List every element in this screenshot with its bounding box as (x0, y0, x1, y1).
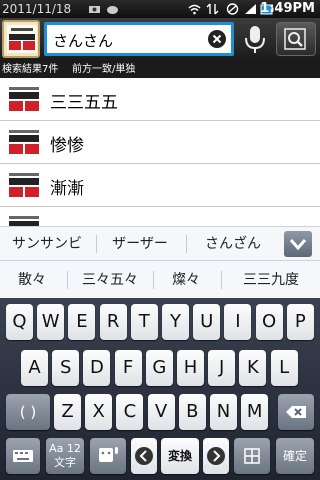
result-word: 惨惨 (50, 136, 84, 156)
key-y[interactable]: Y (162, 304, 189, 340)
search-header (0, 18, 320, 62)
emoji-icon (99, 447, 118, 462)
key-d[interactable]: D (83, 350, 111, 386)
results-list: 三三五五惨惨漸漸 …… (0, 78, 320, 226)
arrow-right-icon (207, 447, 225, 465)
convert-key[interactable]: 変換 (161, 438, 199, 474)
input-mode-sub: 文字 (54, 456, 76, 469)
key-w[interactable]: W (37, 304, 65, 340)
key-o[interactable]: O (255, 304, 283, 340)
candidate-word[interactable]: さんざん (190, 227, 276, 260)
candidate-word[interactable]: 三々五々 (70, 261, 150, 298)
input-mode-label: Aa 12 (49, 442, 81, 455)
candidate-word[interactable]: 燦々 (156, 261, 216, 298)
result-info-bar: 検索結果7件 前方一致/単独 (0, 62, 320, 78)
app-logo-button[interactable] (2, 20, 40, 58)
result-word: …… (50, 217, 84, 226)
chevron-down-icon (289, 239, 307, 251)
grid-icon (244, 448, 260, 464)
close-icon (212, 34, 222, 44)
sync-icon (206, 3, 219, 15)
kangorin-logo-icon (8, 129, 40, 155)
result-count: 検索結果7件 (2, 64, 59, 75)
key-n[interactable]: N (210, 394, 237, 430)
result-word: 漸漸 (50, 179, 84, 199)
candidate-divider (96, 235, 97, 253)
emoji-mic-key[interactable] (90, 438, 126, 474)
candidate-bar: サンサンビ ザーザー さんざん (0, 226, 320, 260)
cursor-left-key[interactable] (131, 438, 157, 474)
expand-candidates-button[interactable] (284, 231, 312, 257)
kangorin-logo-icon (8, 172, 40, 198)
key-a[interactable]: A (21, 350, 48, 386)
key-f[interactable]: F (114, 350, 142, 386)
key-i[interactable]: I (224, 304, 252, 340)
software-keyboard: Aa 12 文字 変換 確定 Q W E R T Y U I O P A S D F G H J K L ( ) Z X C… (0, 298, 320, 480)
search-field[interactable] (44, 22, 234, 56)
kangorin-logo-icon (8, 215, 40, 226)
notification-icon (89, 6, 100, 13)
kangorin-logo-icon (8, 86, 40, 112)
parentheses-key[interactable]: ( ) (6, 394, 50, 430)
search-go-button[interactable] (276, 22, 316, 56)
clear-button[interactable] (208, 30, 226, 48)
candidate-divider (221, 271, 222, 289)
key-x[interactable]: X (85, 394, 113, 430)
cursor-right-key[interactable] (203, 438, 229, 474)
key-s[interactable]: S (52, 350, 80, 386)
key-q[interactable]: Q (6, 304, 33, 340)
key-r[interactable]: R (99, 304, 127, 340)
enter-key[interactable]: 確定 (276, 438, 314, 474)
keyboard-menu-key[interactable] (234, 438, 270, 474)
result-item[interactable]: 三三五五 (0, 78, 320, 121)
arrow-left-icon (135, 447, 153, 465)
key-h[interactable]: H (177, 350, 204, 386)
status-time: 1:49PM (260, 1, 315, 16)
search-icon (284, 28, 306, 50)
wifi-icon (188, 4, 201, 15)
candidate-bar-secondary: 散々 三々五々 燦々 三三九度 (0, 260, 320, 298)
key-c[interactable]: C (116, 394, 144, 430)
backspace-icon (286, 406, 306, 418)
signal-icon (245, 4, 256, 14)
result-item[interactable]: 惨惨 (0, 121, 320, 164)
key-z[interactable]: Z (54, 394, 81, 430)
match-mode-label[interactable]: 前方一致/単独 (72, 62, 135, 78)
status-date: 2011/11/18 (2, 2, 72, 16)
key-p[interactable]: P (286, 304, 314, 340)
key-e[interactable]: E (68, 304, 96, 340)
result-item[interactable]: …… (0, 207, 320, 226)
key-u[interactable]: U (193, 304, 221, 340)
candidate-divider (67, 271, 68, 289)
result-item[interactable]: 漸漸 (0, 164, 320, 207)
key-j[interactable]: J (208, 350, 236, 386)
result-word: 三三五五 (50, 93, 118, 113)
candidate-word[interactable]: サンサンビ (4, 227, 90, 260)
candidate-divider (186, 235, 187, 253)
key-m[interactable]: M (241, 394, 269, 430)
voice-search-button[interactable] (238, 22, 272, 56)
key-l[interactable]: L (270, 350, 298, 386)
kangorin-logo-icon (7, 25, 37, 53)
candidate-divider (153, 271, 154, 289)
microphone-icon (245, 26, 265, 53)
key-b[interactable]: B (178, 394, 206, 430)
status-bar: 2011/11/18 1:49PM (0, 0, 320, 18)
no-signal-icon (226, 3, 239, 15)
key-v[interactable]: V (147, 394, 175, 430)
candidate-word[interactable]: 散々 (2, 261, 62, 298)
keyboard-settings-key[interactable] (6, 438, 40, 474)
keyboard-icon (13, 450, 33, 462)
key-g[interactable]: G (145, 350, 173, 386)
key-k[interactable]: K (239, 350, 267, 386)
cat-icon (107, 6, 118, 14)
key-t[interactable]: T (130, 304, 158, 340)
candidate-word[interactable]: 三三九度 (224, 261, 318, 298)
search-input[interactable] (53, 29, 203, 51)
backspace-key[interactable] (278, 394, 314, 430)
input-mode-key[interactable]: Aa 12 文字 (46, 438, 84, 474)
candidate-word[interactable]: ザーザー (100, 227, 180, 260)
